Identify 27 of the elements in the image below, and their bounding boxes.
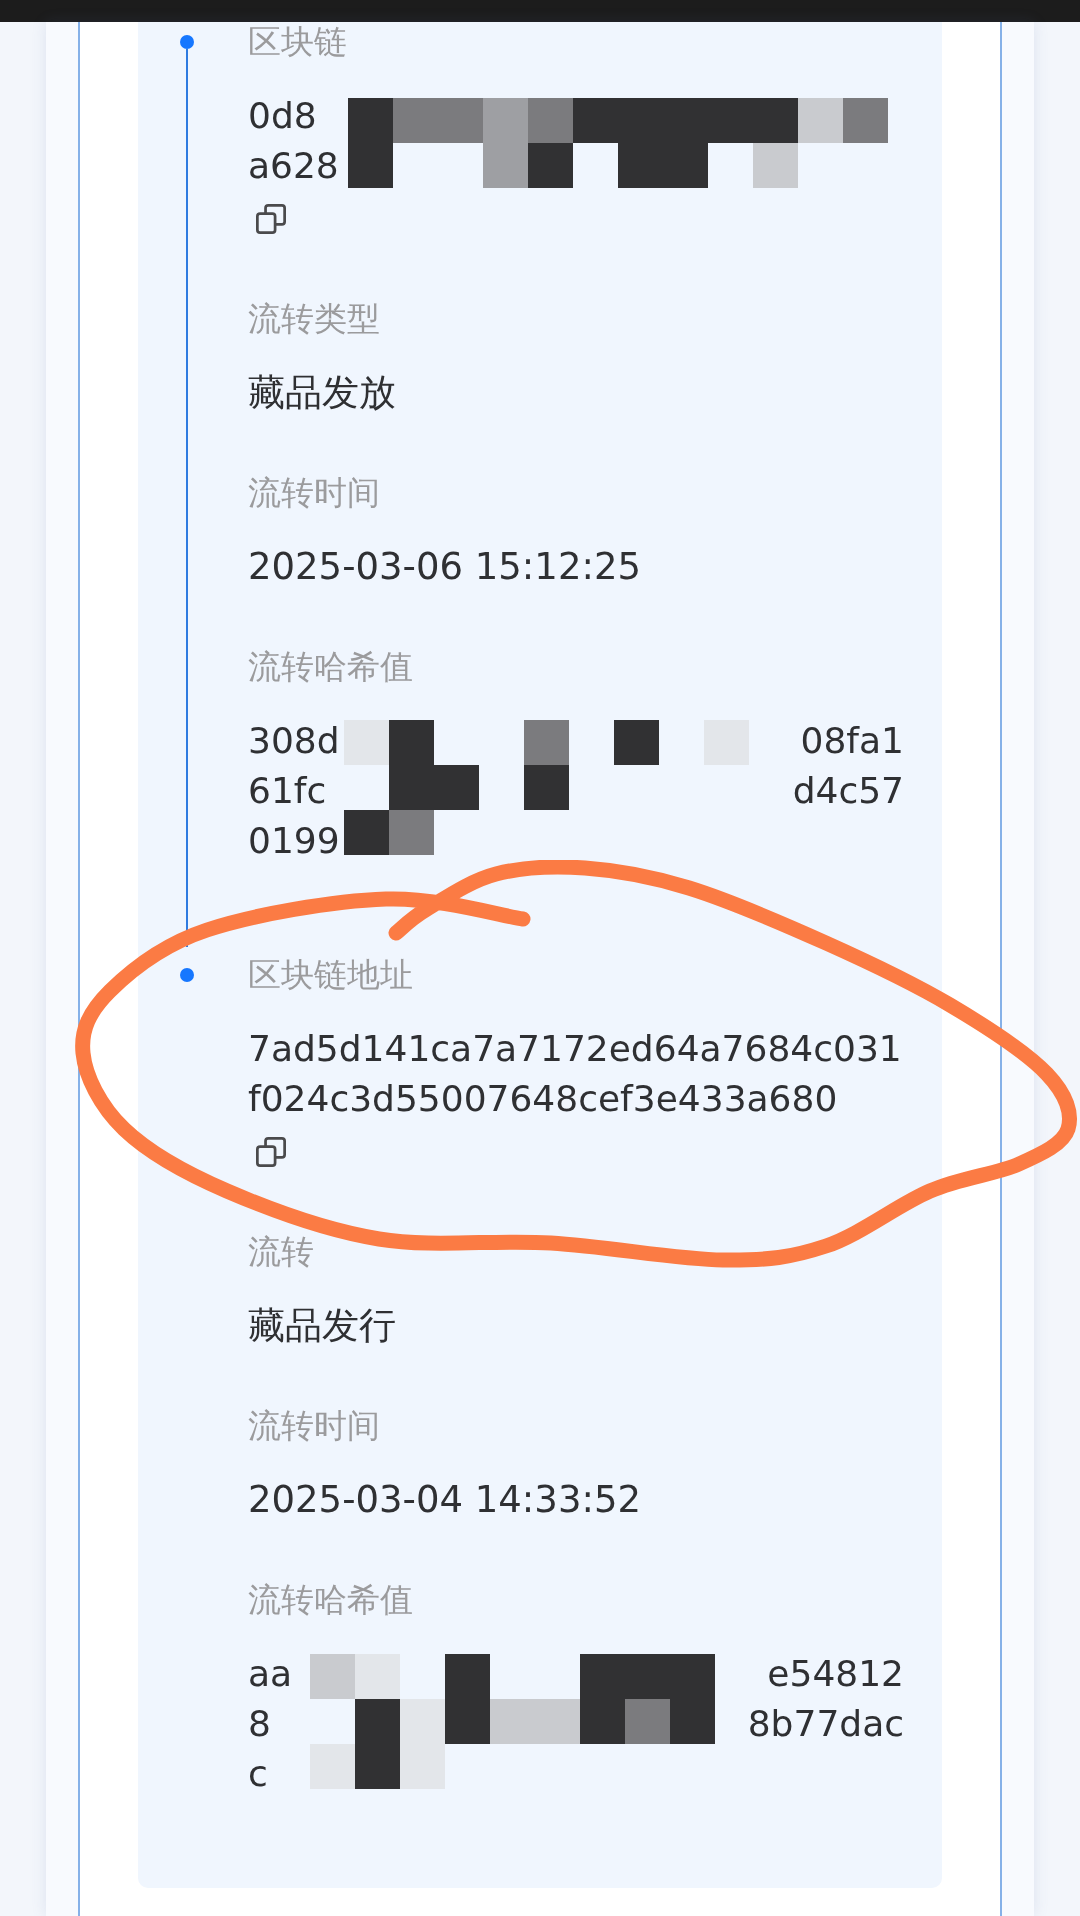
copy-icon[interactable]	[256, 1137, 286, 1167]
hash-fragment: d4c57	[792, 769, 904, 813]
field-label: 流转类型	[248, 299, 381, 339]
hash-fragment: e54812	[767, 1652, 904, 1696]
hash-value: 7ad5d141ca7a7172ed64a7684c031f024c3d55007648cef3e433a680	[248, 1027, 903, 1121]
field-label: 流转时间	[248, 1406, 381, 1446]
field-label: 流转哈希值	[248, 1580, 414, 1620]
hash-fragment: 61fc	[248, 769, 327, 813]
hash-fragment: 0d8	[248, 94, 317, 138]
field-label: 区块链	[248, 22, 348, 62]
hash-fragment: 8b77dac	[747, 1702, 904, 1746]
hash-fragment: 0199	[248, 819, 340, 863]
field-label: 区块链地址	[248, 955, 414, 995]
field-value: 藏品发放	[248, 370, 397, 416]
field-value: 2025-03-06 15:12:25	[248, 544, 642, 590]
field-label: 流转时间	[248, 473, 381, 513]
hash-fragment: 308d	[248, 719, 340, 763]
hash-fragment: a628	[248, 144, 339, 188]
field-label: 流转哈希值	[248, 647, 414, 687]
hash-fragment: 8	[248, 1702, 271, 1746]
copy-icon[interactable]	[256, 204, 286, 234]
field-label: 流转	[248, 1232, 315, 1272]
field-value: 2025-03-04 14:33:52	[248, 1477, 642, 1523]
hash-fragment: 08fa1	[800, 719, 904, 763]
field-value: 藏品发行	[248, 1303, 397, 1349]
hash-fragment: c	[248, 1752, 268, 1796]
hash-fragment: aa	[248, 1652, 293, 1696]
